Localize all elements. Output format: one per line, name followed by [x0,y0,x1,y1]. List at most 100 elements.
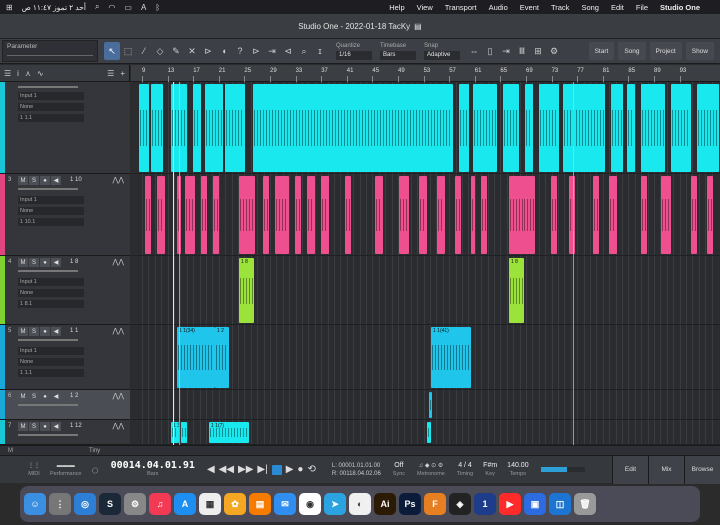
audio-clip[interactable] [661,176,671,254]
stopwatch-icon[interactable]: ◌ [92,463,99,477]
menu-view[interactable]: View [417,3,433,12]
audio-clip[interactable] [295,176,301,254]
monitor-icon[interactable]: ◀ [51,422,61,431]
appstore-icon[interactable]: A [174,493,196,515]
contacts-icon[interactable]: ◉ [299,493,321,515]
info-icon[interactable]: i [17,69,19,78]
audio-clip[interactable] [609,176,617,254]
track-name[interactable]: 1 8 [70,259,78,265]
track-insert-select[interactable]: None [18,358,84,366]
snap-icon[interactable]: ⇔ [466,42,482,60]
edit-button[interactable]: Edit [612,455,648,484]
project-button[interactable]: Project [649,42,682,60]
snap-value[interactable]: Adaptive [424,51,460,60]
audio-clip[interactable] [145,176,151,254]
loop-range[interactable]: L: 00001.01.01.00 R: 00118.04.02.06 [332,462,381,478]
music-icon[interactable]: ♫ [149,493,171,515]
menu-song[interactable]: Song [581,3,599,12]
audio-clip[interactable] [707,176,713,254]
menu-file[interactable]: File [636,3,648,12]
monitor-icon[interactable]: ◀ [51,327,61,336]
return-to-zero-icon[interactable]: ◀ [207,464,215,475]
loop-icon[interactable]: ⟲ [307,464,315,475]
track-name[interactable]: 1 10 [70,177,82,183]
audio-clip[interactable] [481,176,487,254]
flstudio-icon[interactable]: F [424,493,446,515]
snap-group[interactable]: Snap Adaptive [424,42,460,60]
timebase-value[interactable]: Bars [380,51,416,60]
audio-clip[interactable] [263,176,269,254]
automation-icon[interactable]: ⋏ [25,69,31,78]
audio-clip[interactable] [455,176,461,254]
split-tool-icon[interactable]: ⁄ [136,42,152,60]
track-name[interactable]: 1 1 [70,328,78,334]
wifi-icon[interactable]: ◠ [108,3,115,12]
audio-clip[interactable]: 1 1(34) [177,327,215,388]
show-button[interactable]: Show [685,42,714,60]
audio-clip[interactable]: 1 1(7) [209,422,249,443]
audio-clip[interactable] [641,84,665,172]
track-volume-fader[interactable] [18,339,78,341]
menu-app-name[interactable]: Studio One [660,3,700,12]
parameter-field[interactable]: Parameter [2,40,98,62]
rewind-icon[interactable]: ◀◀ [219,464,234,475]
audio-clip[interactable] [307,176,315,254]
menu-transport[interactable]: Transport [445,3,477,12]
audio-clip[interactable] [525,84,533,172]
launchpad-icon[interactable]: ⋮ [49,493,71,515]
solo-button[interactable]: S [29,422,39,431]
monitor-icon[interactable]: ◀ [51,176,61,185]
solo-button[interactable]: S [29,258,39,267]
start-button[interactable]: Start [588,42,615,60]
logic-icon[interactable]: ◈ [449,493,471,515]
audio-clip[interactable] [427,422,431,443]
key-group[interactable]: F#m Key [483,462,497,478]
arrow-tool-icon[interactable]: ↖ [104,42,120,60]
audio-clip[interactable] [563,84,605,172]
record-arm-icon[interactable]: ● [40,392,50,401]
menu-audio[interactable]: Audio [489,3,508,12]
timeline-ruler[interactable]: 9 13 17 21 25 29 33 37 41 45 49 53 57 61 65 69 73 77 81 85 8… [131,65,720,82]
quantize-value[interactable]: 1/16 [336,51,372,60]
audio-clip[interactable] [641,176,647,254]
mix-button[interactable]: Mix [648,455,684,484]
menu-help[interactable]: Help [389,3,404,12]
loop-start-marker[interactable] [179,82,180,445]
play-icon[interactable]: ▶ [286,464,294,475]
track-volume-fader[interactable] [18,404,78,406]
audio-clip[interactable] [551,176,557,254]
paint-tool-icon[interactable]: ✎ [168,42,184,60]
steam-icon[interactable]: S [99,493,121,515]
zoom-tool-icon[interactable]: ⌕ [296,42,312,60]
illustrator-icon[interactable]: Ai [374,493,396,515]
skip-tool-icon[interactable]: ⇥ [264,42,280,60]
bars-icon[interactable]: Ⅲ [514,42,530,60]
audio-clip[interactable] [539,84,559,172]
track-insert-select[interactable]: None [18,103,84,111]
timebase-group[interactable]: Timebase Bars [380,42,416,60]
safari-icon[interactable]: ◎ [74,493,96,515]
menu-edit[interactable]: Edit [611,3,624,12]
track-input-select[interactable]: Input 1 [18,196,84,204]
track-volume-fader[interactable] [18,188,78,190]
layout-icon[interactable]: ⊞ [530,42,546,60]
add-track-icon[interactable]: + [120,69,125,78]
loop-tool-icon[interactable]: ⊲ [280,42,296,60]
audio-clip[interactable]: 1 1(41) [431,327,471,388]
finder-icon[interactable]: ☺ [24,493,46,515]
range-tool-icon[interactable]: ⬚ [120,42,136,60]
solo-button[interactable]: S [29,327,39,336]
browse-button[interactable]: Browse [684,455,720,484]
help-tool-icon[interactable]: ? [232,42,248,60]
wave-icon[interactable]: ∿ [37,69,44,78]
keynote-icon[interactable]: ▣ [524,493,546,515]
track-volume-fader[interactable] [18,270,78,272]
audio-clip[interactable]: 1 2 [215,327,229,388]
audio-clip[interactable] [471,176,475,254]
audio-clip[interactable]: 1 8 [239,258,254,323]
menu-track[interactable]: Track [551,3,569,12]
iq-tool-icon[interactable]: ɪ [312,42,328,60]
audio-clip[interactable] [345,176,351,254]
audio-clip[interactable] [321,176,329,254]
control-center-icon[interactable]: ⊞ [6,3,13,12]
